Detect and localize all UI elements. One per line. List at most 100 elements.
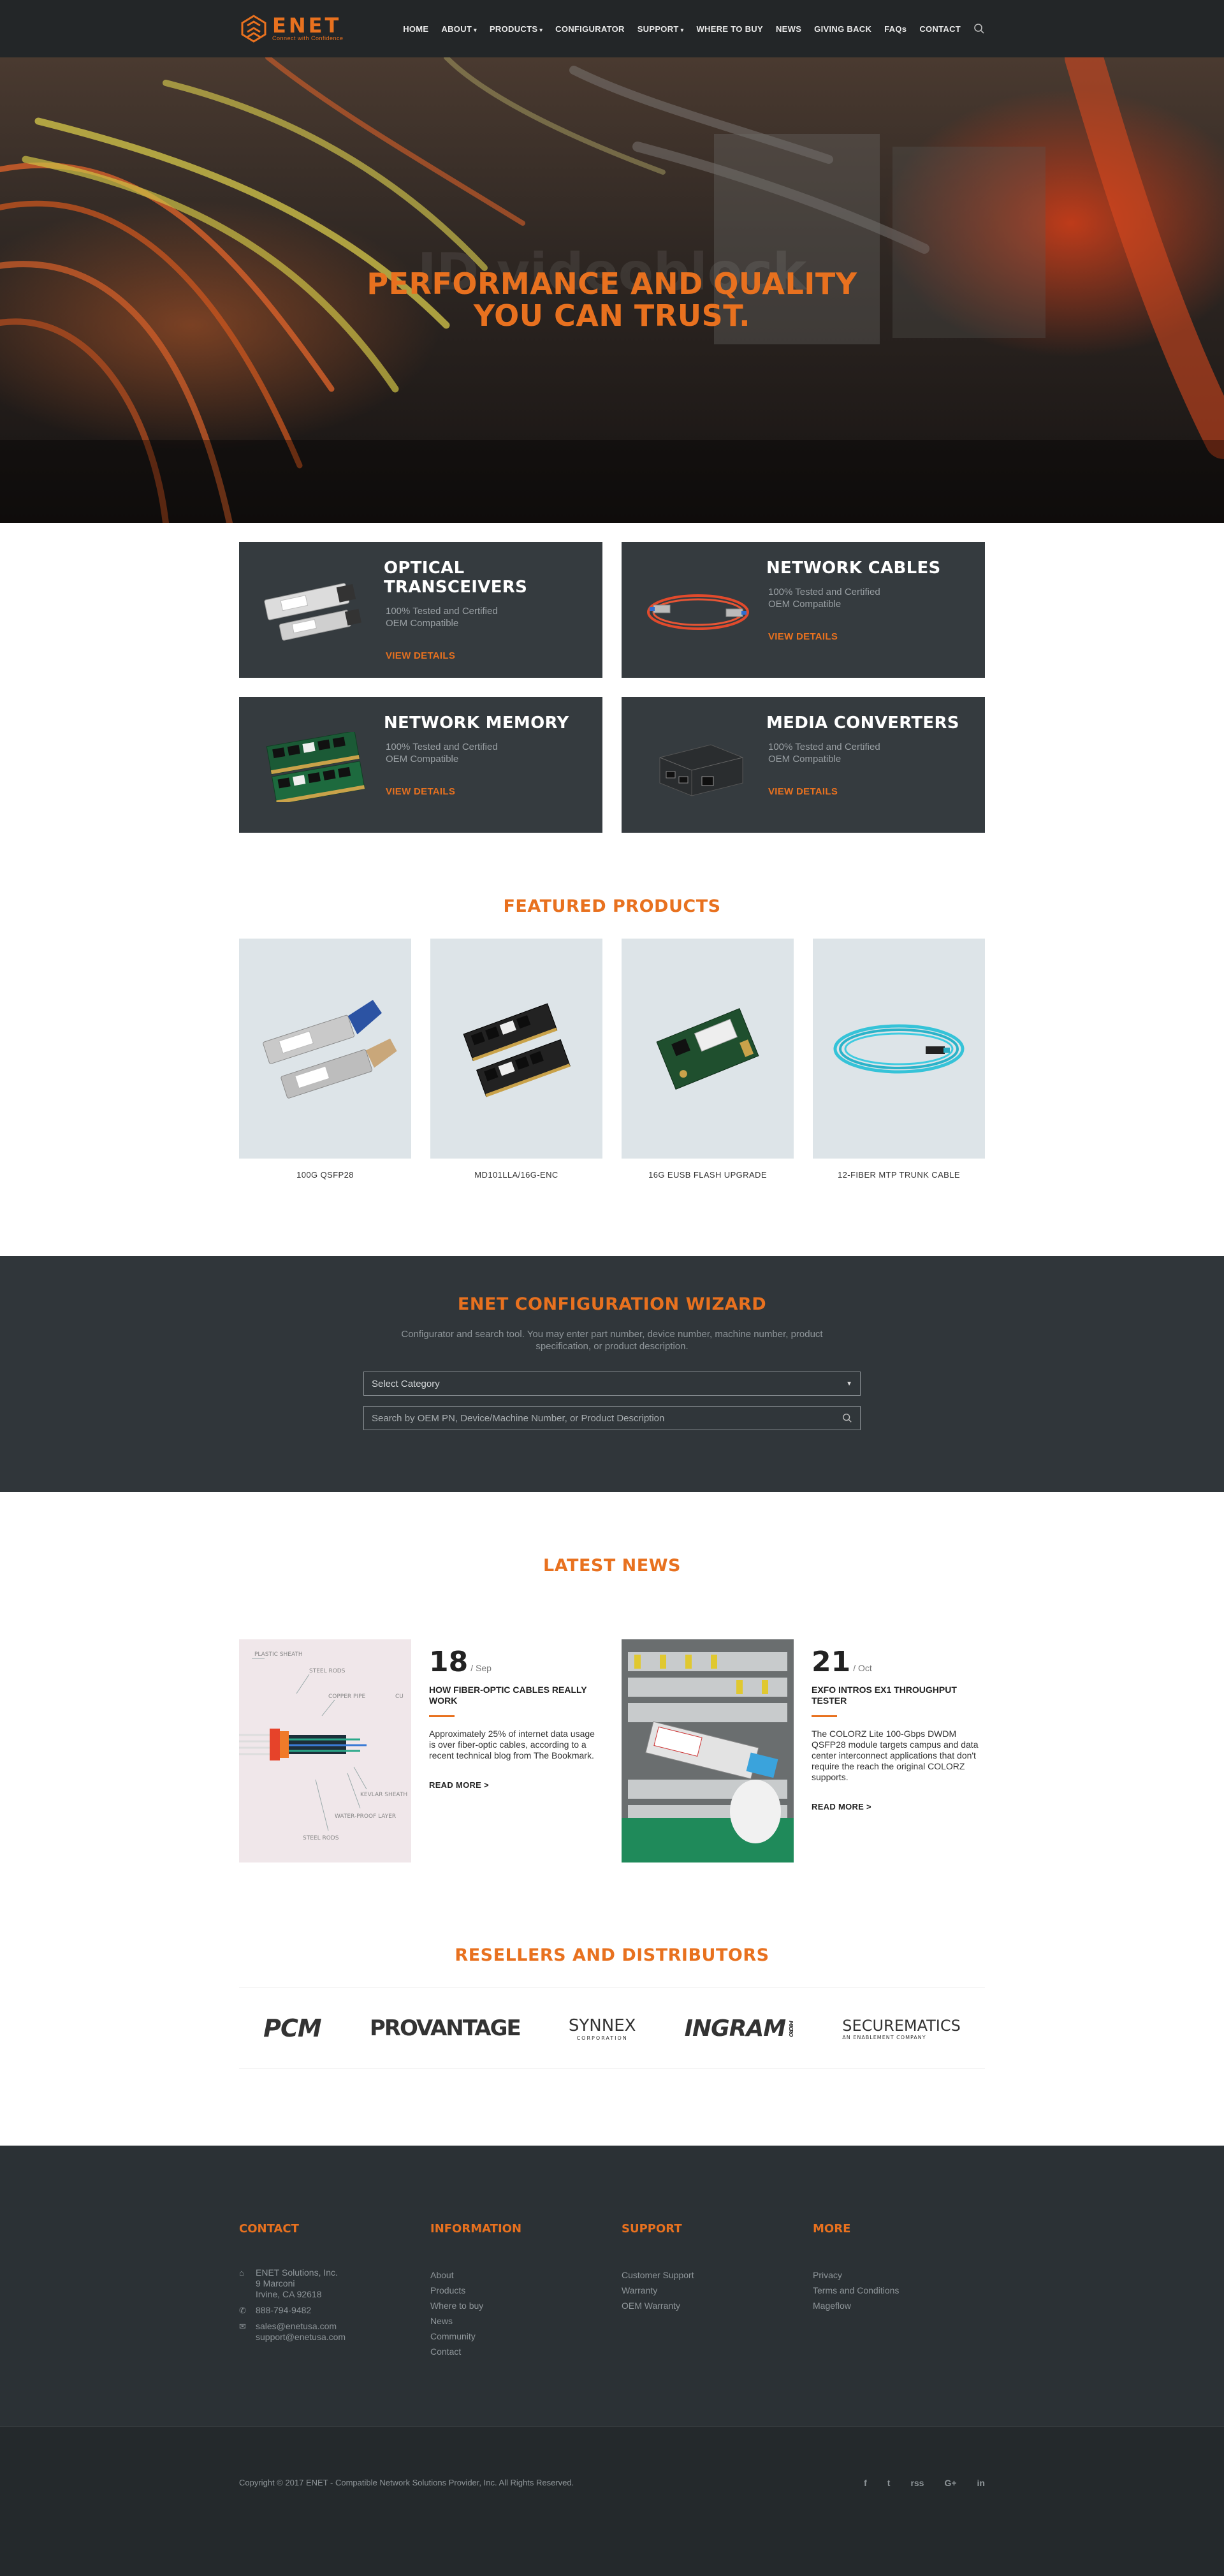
mail-icon: ✉ xyxy=(239,2322,246,2331)
reseller-logo-provantage[interactable]: PROVANTAGE xyxy=(370,2016,521,2041)
category-line1: 100% Tested and Certified xyxy=(386,606,498,617)
product-image xyxy=(430,939,602,1159)
reseller-logo-ingram[interactable]: INGRAM MICRO xyxy=(685,2016,794,2042)
address-text: ENET Solutions, Inc. 9 Marconi Irvine, C… xyxy=(256,2267,338,2300)
product-card[interactable]: 12-FIBER MTP TRUNK CABLE xyxy=(813,939,985,1180)
footer-link[interactable]: Warranty xyxy=(622,2283,813,2298)
category-desc: 100% Tested and Certified OEM Compatible xyxy=(766,741,972,765)
footer-link[interactable]: Community xyxy=(430,2329,622,2344)
category-title: OPTICAL TRANSCEIVERS xyxy=(384,559,528,597)
nav-contact[interactable]: CONTACT xyxy=(919,24,961,34)
nav-label: NEWS xyxy=(775,24,802,34)
resellers-section: RESELLERS AND DISTRIBUTORS PCM PROVANTAG… xyxy=(0,1945,1224,2146)
product-name[interactable]: 12-FIBER MTP TRUNK CABLE xyxy=(813,1170,985,1180)
search-placeholder: Search by OEM PN, Device/Machine Number,… xyxy=(372,1412,665,1424)
product-name[interactable]: MD101LLA/16G-ENC xyxy=(430,1170,602,1180)
logo[interactable]: ENET Connect with Confidence xyxy=(239,14,344,43)
footer-link[interactable]: Customer Support xyxy=(622,2267,813,2283)
nav-products[interactable]: PRODUCTS ▾ xyxy=(490,24,543,34)
nav-giving-back[interactable]: GIVING BACK xyxy=(814,24,871,34)
nav-where-to-buy[interactable]: WHERE TO BUY xyxy=(696,24,762,34)
footer-heading: INFORMATION xyxy=(430,2222,522,2236)
footer-heading: CONTACT xyxy=(239,2222,299,2236)
enet-logo-icon xyxy=(241,15,266,43)
category-line1: 100% Tested and Certified xyxy=(768,587,880,597)
product-name[interactable]: 100G QSFP28 xyxy=(239,1170,411,1180)
nav-configurator[interactable]: CONFIGURATOR xyxy=(555,24,625,34)
hero-banner: ID videoblock PERFORMANCE AND QUALITY YO… xyxy=(0,57,1224,523)
mtp-trunk-cable-image xyxy=(833,1024,965,1073)
product-image xyxy=(622,939,794,1159)
google-plus-icon[interactable]: G+ xyxy=(944,2478,956,2488)
nav-faqs[interactable]: FAQs xyxy=(884,24,907,34)
product-card[interactable]: 100G QSFP28 xyxy=(239,939,411,1180)
ingram-wordmark: INGRAM xyxy=(684,2015,786,2042)
category-tile-network-cables[interactable]: NETWORK CABLES 100% Tested and Certified… xyxy=(622,542,985,678)
nav-label: HOME xyxy=(403,24,429,34)
category-tile-network-memory[interactable]: NETWORK MEMORY 100% Tested and Certified… xyxy=(239,697,602,833)
news-image[interactable]: PLASTIC SHEATH STEEL RODS COPPER PIPE CU… xyxy=(239,1639,411,1862)
category-tile-media-converters[interactable]: MEDIA CONVERTERS 100% Tested and Certifi… xyxy=(622,697,985,833)
email-link[interactable]: support@enetusa.com xyxy=(256,2332,346,2342)
diagram-label: STEEL RODS xyxy=(309,1668,346,1674)
facebook-icon[interactable]: f xyxy=(864,2478,867,2488)
email-link[interactable]: sales@enetusa.com xyxy=(256,2321,337,2331)
category-title: NETWORK CABLES xyxy=(766,559,941,578)
category-select[interactable]: Select Category ▼ xyxy=(363,1372,861,1396)
view-details-link[interactable]: VIEW DETAILS xyxy=(384,786,455,797)
wizard-description: Configurator and search tool. You may en… xyxy=(401,1329,823,1352)
category-tile-optical-transceivers[interactable]: OPTICAL TRANSCEIVERS 100% Tested and Cer… xyxy=(239,542,602,678)
reseller-logo-synnex[interactable]: SYNNEX CORPORATION xyxy=(569,2016,636,2041)
footer-link[interactable]: Where to buy xyxy=(430,2298,622,2313)
news-headline[interactable]: HOW FIBER-OPTIC CABLES REALLY WORK xyxy=(429,1685,602,1706)
footer-link[interactable]: Products xyxy=(430,2283,622,2298)
chevron-down-icon: ▾ xyxy=(474,26,477,33)
search-icon[interactable] xyxy=(842,1413,852,1423)
read-more-link[interactable]: READ MORE > xyxy=(429,1780,489,1790)
contact-email: ✉ sales@enetusa.com support@enetusa.com xyxy=(239,2321,430,2343)
divider xyxy=(429,1715,455,1717)
read-more-link[interactable]: READ MORE > xyxy=(812,1802,871,1811)
twitter-icon[interactable]: t xyxy=(887,2478,891,2488)
nav-home[interactable]: HOME xyxy=(403,24,428,34)
phone-number[interactable]: 888-794-9482 xyxy=(256,2305,311,2316)
eusb-flash-image xyxy=(656,1007,759,1090)
news-headline[interactable]: EXFO INTROS EX1 THROUGHPUT TESTER xyxy=(812,1685,985,1706)
footer-link[interactable]: Privacy xyxy=(813,2267,1004,2283)
product-card[interactable]: MD101LLA/16G-ENC xyxy=(430,939,602,1180)
news-image[interactable] xyxy=(622,1639,794,1862)
news-day: 18 xyxy=(429,1646,469,1678)
view-details-link[interactable]: VIEW DETAILS xyxy=(766,631,838,642)
nav-support[interactable]: SUPPORT ▾ xyxy=(638,24,684,34)
reseller-logo-pcm[interactable]: PCM xyxy=(263,2014,322,2042)
diagram-label: CU xyxy=(395,1694,404,1700)
wizard-search-input[interactable]: Search by OEM PN, Device/Machine Number,… xyxy=(363,1406,861,1430)
nav-news[interactable]: NEWS xyxy=(776,24,801,34)
configuration-wizard-section: ENET CONFIGURATION WIZARD Configurator a… xyxy=(0,1256,1224,1492)
product-card[interactable]: 16G EUSB FLASH UPGRADE xyxy=(622,939,794,1180)
category-line2: OEM Compatible xyxy=(768,754,841,765)
footer-link[interactable]: Terms and Conditions xyxy=(813,2283,1004,2298)
contact-phone[interactable]: ✆ 888-794-9482 xyxy=(239,2305,430,2316)
reseller-logo-securematics[interactable]: SECUREMATICS AN ENABLEMENT COMPANY xyxy=(842,2017,961,2040)
nav-about[interactable]: ABOUT ▾ xyxy=(441,24,477,34)
search-icon[interactable] xyxy=(973,23,985,34)
footer-link[interactable]: News xyxy=(430,2313,622,2329)
news-excerpt: The COLORZ Lite 100-Gbps DWDM QSFP28 mod… xyxy=(812,1729,979,1782)
view-details-link[interactable]: VIEW DETAILS xyxy=(766,786,838,797)
footer-link[interactable]: Contact xyxy=(430,2344,622,2359)
memory-image xyxy=(266,732,365,802)
news-month: / Sep xyxy=(470,1663,492,1673)
view-details-link[interactable]: VIEW DETAILS xyxy=(384,650,455,661)
footer-link[interactable]: Mageflow xyxy=(813,2298,1004,2313)
nav-label: WHERE TO BUY xyxy=(696,24,763,34)
chevron-down-icon: ▾ xyxy=(539,26,543,33)
section-title: RESELLERS AND DISTRIBUTORS xyxy=(455,1945,769,1965)
category-desc: 100% Tested and Certified OEM Compatible xyxy=(384,605,590,629)
linkedin-icon[interactable]: in xyxy=(977,2478,985,2488)
footer-link[interactable]: OEM Warranty xyxy=(622,2298,813,2313)
product-name[interactable]: 16G EUSB FLASH UPGRADE xyxy=(622,1170,794,1180)
rss-icon[interactable]: rss xyxy=(910,2478,924,2488)
footer-link[interactable]: About xyxy=(430,2267,622,2283)
latest-news-section: LATEST NEWS PLASTIC SHEATH STEEL RODS CO… xyxy=(0,1492,1224,1945)
